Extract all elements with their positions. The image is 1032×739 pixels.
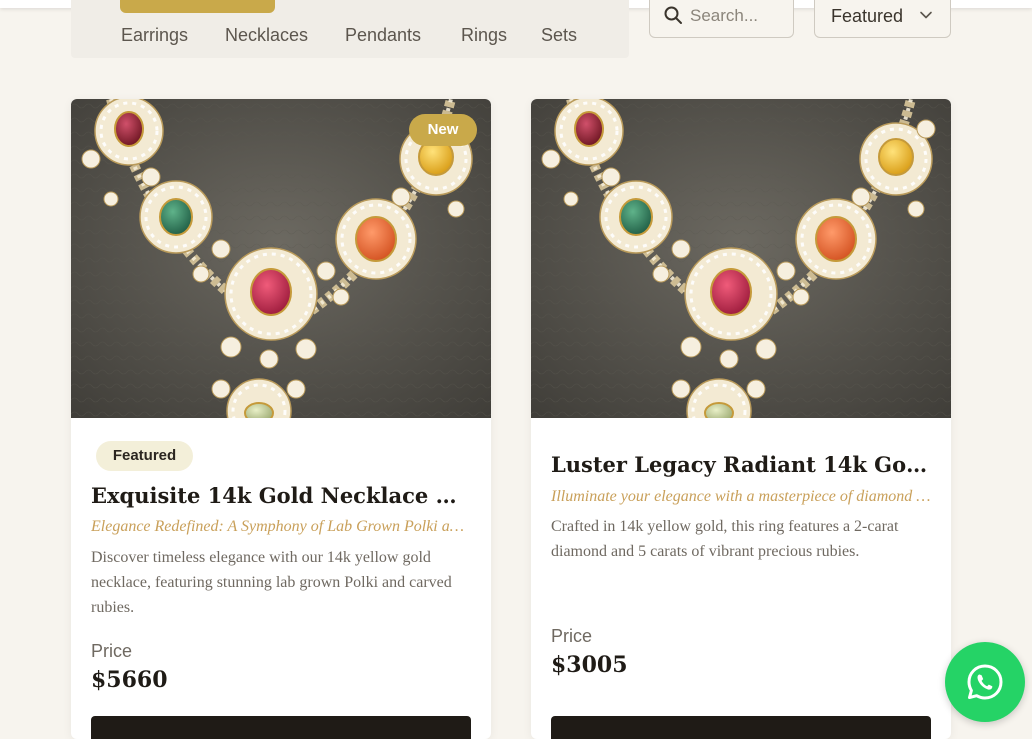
category-tabs: Earrings Necklaces Pendants Rings Sets [71,0,629,58]
new-badge: New [409,114,477,146]
product-subtitle: Illuminate your elegance with a masterpi… [551,488,931,505]
tab-earrings[interactable]: Earrings [121,25,188,46]
product-title[interactable]: Luster Legacy Radiant 14k Gold Ring [551,452,931,477]
product-description: Crafted in 14k yellow gold, this ring fe… [551,518,899,560]
product-title[interactable]: Exquisite 14k Gold Necklace with Lab Gro… [91,483,471,508]
tab-pendants[interactable]: Pendants [345,25,421,46]
price-value: $3005 [551,652,628,678]
tab-necklaces[interactable]: Necklaces [225,25,308,46]
price-label: Price [551,626,593,646]
product-image[interactable] [531,99,951,418]
product-subtitle: Elegance Redefined: A Symphony of Lab Gr… [91,518,471,535]
whatsapp-chat-button[interactable] [945,642,1025,722]
product-card[interactable]: Luster Legacy Radiant 14k Gold Ring Illu… [531,99,951,739]
search-icon [664,6,682,24]
chevron-down-icon [920,11,932,19]
product-action-button[interactable] [91,716,471,739]
sort-selected-value: Featured [831,6,904,26]
sort-select[interactable]: Featured [814,0,951,38]
search-input[interactable] [690,4,786,28]
tab-rings[interactable]: Rings [461,25,507,46]
product-image[interactable] [71,99,491,418]
product-description: Discover timeless elegance with our 14k … [91,549,452,616]
product-action-button[interactable] [551,716,931,739]
active-tab-indicator [120,0,275,13]
product-card[interactable]: New Featured Exquisite 14k Gold Necklace… [71,99,491,739]
featured-badge: Featured [96,441,193,471]
tab-sets[interactable]: Sets [541,25,577,46]
price-label: Price [91,641,133,661]
search-box [649,0,794,38]
price-value: $5660 [91,667,168,693]
whatsapp-icon [967,664,1003,700]
